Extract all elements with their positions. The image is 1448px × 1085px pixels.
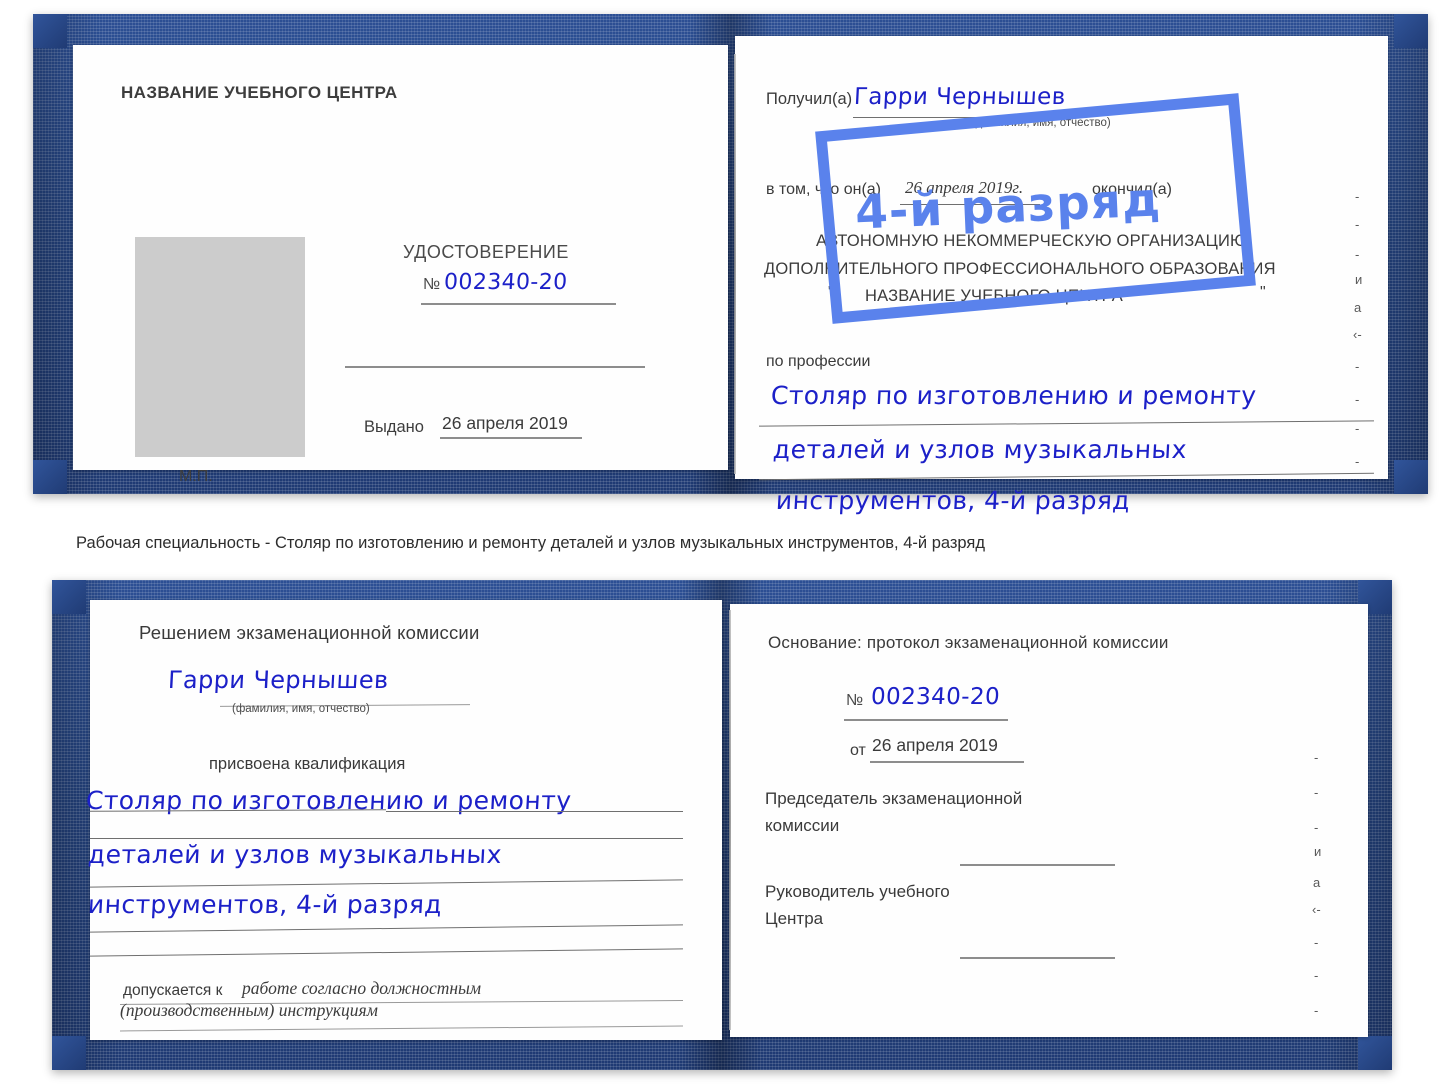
head-label-line-2: Центра (765, 909, 824, 928)
received-label: Получил(а) (766, 90, 853, 108)
chairman-signature-rule (960, 864, 1115, 866)
protocol-number-rule (844, 719, 1008, 721)
seal-place-label: М.П. (179, 468, 213, 485)
protocol-from-value: 26 апреля 2019 (872, 735, 998, 755)
protocol-number-value: 002340-20 (870, 684, 1001, 710)
issued-label: Выдано (364, 418, 424, 436)
certificate-top: НАЗВАНИЕ УЧЕБНОГО ЦЕНТРА УДОСТОВЕРЕНИЕ №… (33, 14, 1428, 515)
admitted-value-line-1: работе согласно должностным (242, 978, 482, 998)
bottom-page-fold (729, 610, 731, 1030)
figure-caption: Рабочая специальность - Столяр по изгото… (76, 534, 985, 552)
received-name: Гарри Чернышев (853, 84, 1067, 110)
chairman-label-line-2: комиссии (765, 816, 840, 835)
edge-mark: - (1314, 968, 1319, 983)
profession-label: по профессии (766, 353, 871, 370)
edge-mark: - (1355, 454, 1360, 469)
edge-mark: - (1314, 750, 1319, 765)
profession-line-2: деталей и узлов музыкальных (772, 435, 1188, 464)
edge-mark: а (1354, 300, 1362, 315)
protocol-number-symbol: № (846, 692, 864, 709)
edge-mark: - (1355, 247, 1360, 262)
cover-corner-br (1358, 1036, 1392, 1070)
commission-decision-header: Решением экзаменационной комиссии (139, 622, 480, 643)
issued-value: 26 апреля 2019 (442, 413, 568, 433)
qualification-rule-1b (386, 811, 683, 813)
bottom-left-page: Решением экзаменационной комиссии Гарри … (85, 600, 722, 1040)
blank-rule (345, 366, 645, 368)
certificate-number-rule (421, 303, 616, 305)
issued-rule (440, 437, 582, 439)
photo-placeholder (135, 237, 305, 457)
edge-mark: - (1355, 189, 1360, 204)
qualification-line-2: деталей и узлов музыкальных (87, 840, 503, 869)
admitted-value-line-2: (производственным) инструкциям (120, 1000, 378, 1020)
edge-mark: - (1314, 935, 1319, 950)
admitted-label: допускается к (123, 982, 223, 999)
edge-mark: - (1355, 359, 1360, 374)
name-hint: (фамилия, имя, отчество) (232, 703, 370, 715)
cover-corner-br (1394, 460, 1428, 494)
certificate-number-value: 002340-20 (443, 270, 569, 295)
org-quote-close: " (1260, 284, 1266, 301)
edge-mark: и (1355, 272, 1363, 287)
qualification-line-3: инструментов, 4-й разряд (87, 890, 443, 919)
edge-mark: - (1355, 217, 1360, 232)
qualification-rule-4 (90, 924, 683, 933)
chairman-label-line-1: Председатель экзаменационной (765, 789, 1023, 808)
edge-mark: и (1314, 844, 1322, 859)
cover-corner-bl (52, 1036, 86, 1070)
bottom-right-page: Основание: протокол экзаменационной коми… (729, 604, 1368, 1037)
qualification-rule-3 (90, 879, 683, 888)
protocol-from-label: от (850, 742, 866, 759)
cover-corner-tl (52, 580, 86, 614)
top-left-page: НАЗВАНИЕ УЧЕБНОГО ЦЕНТРА УДОСТОВЕРЕНИЕ №… (73, 45, 728, 485)
edge-mark: - (1314, 820, 1319, 835)
admitted-rule-2 (120, 1025, 683, 1032)
edge-mark: ‹- (1353, 327, 1362, 342)
edge-mark: - (1314, 785, 1319, 800)
profession-rule-1 (759, 420, 1374, 427)
edge-mark: а (1313, 875, 1321, 890)
head-signature-rule (960, 957, 1115, 959)
top-page-fold (734, 54, 736, 474)
cover-corner-tl (33, 14, 67, 48)
protocol-from-rule (870, 761, 1024, 763)
edge-mark: ‹- (1312, 902, 1321, 917)
edge-mark: - (1314, 1003, 1319, 1018)
cover-corner-tr (1394, 14, 1428, 48)
edge-mark: - (1355, 421, 1360, 436)
qualification-rule-5 (90, 948, 683, 957)
certificate-bottom: Решением экзаменационной комиссии Гарри … (52, 580, 1392, 1070)
edge-mark: - (1355, 392, 1360, 407)
screenshot-canvas: НАЗВАНИЕ УЧЕБНОГО ЦЕНТРА УДОСТОВЕРЕНИЕ №… (0, 0, 1448, 1085)
certificate-number-symbol: № (423, 276, 441, 293)
qualification-label: присвоена квалификация (209, 755, 406, 773)
basis-label: Основание: протокол экзаменационной коми… (768, 633, 1169, 652)
training-center-header: НАЗВАНИЕ УЧЕБНОГО ЦЕНТРА (121, 83, 398, 102)
holder-name: Гарри Чернышев (167, 666, 390, 694)
profession-line-3: инструментов, 4-й разряд (775, 486, 1131, 515)
cover-corner-bl (33, 460, 67, 494)
profession-line-1: Столяр по изготовлению и ремонту (770, 381, 1258, 410)
head-label-line-1: Руководитель учебного (765, 882, 950, 901)
certificate-title: УДОСТОВЕРЕНИЕ (403, 242, 569, 262)
